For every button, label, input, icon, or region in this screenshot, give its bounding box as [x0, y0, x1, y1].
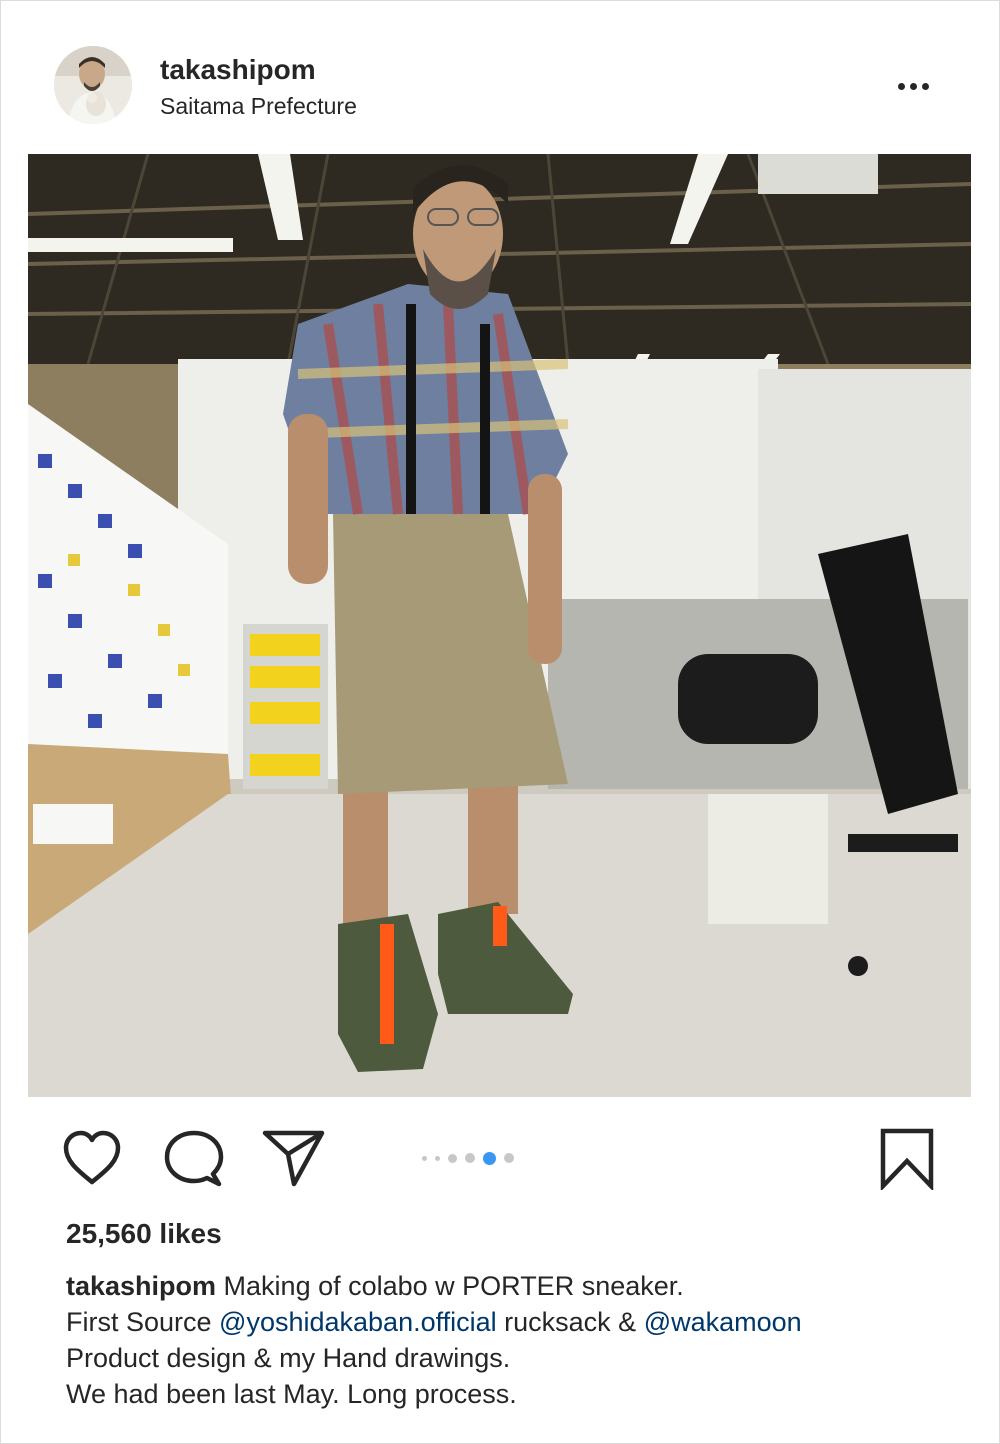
- carousel-dot: [448, 1153, 457, 1163]
- carousel-dot: [465, 1153, 475, 1163]
- caption-text: First Source: [66, 1307, 220, 1337]
- caption-text: rucksack &: [496, 1307, 644, 1337]
- bookmark-icon[interactable]: [880, 1128, 934, 1195]
- post-location[interactable]: Saitama Prefecture: [160, 93, 357, 120]
- avatar-image: [54, 46, 132, 124]
- post-photo[interactable]: [28, 154, 971, 1097]
- more-dot: [897, 82, 905, 90]
- post-header: takashipom Saitama Prefecture: [0, 0, 1000, 150]
- post-username[interactable]: takashipom: [160, 54, 316, 86]
- likes-count[interactable]: 25,560 likes: [66, 1218, 222, 1250]
- caption-line-1: takashipom Making of colabo w PORTER sne…: [66, 1268, 966, 1304]
- carousel-dot: [435, 1155, 440, 1161]
- caption-line-2: First Source @yoshidakaban.official ruck…: [66, 1304, 966, 1340]
- paper-plane-icon[interactable]: [262, 1128, 326, 1193]
- heart-icon[interactable]: [62, 1130, 122, 1191]
- caption-line-4: We had been last May. Long process.: [66, 1379, 517, 1409]
- post-photo-illustration: [28, 154, 971, 1097]
- post-caption: takashipom Making of colabo w PORTER sne…: [66, 1268, 966, 1412]
- more-dot: [909, 82, 917, 90]
- carousel-dot: [422, 1155, 427, 1161]
- mention-link[interactable]: @yoshidakaban.official: [219, 1307, 497, 1337]
- carousel-indicator: [418, 1148, 518, 1168]
- comment-bubble-icon[interactable]: [164, 1130, 224, 1193]
- caption-text: Making of colabo w PORTER sneaker.: [216, 1271, 684, 1301]
- avatar[interactable]: [54, 46, 132, 124]
- more-dot: [921, 82, 929, 90]
- more-options-icon[interactable]: [888, 66, 938, 106]
- caption-line-3: Product design & my Hand drawings.: [66, 1343, 511, 1373]
- carousel-dot-active: [483, 1151, 496, 1165]
- carousel-dot: [504, 1153, 514, 1163]
- caption-username[interactable]: takashipom: [66, 1271, 216, 1301]
- mention-link[interactable]: @wakamoon: [644, 1307, 802, 1337]
